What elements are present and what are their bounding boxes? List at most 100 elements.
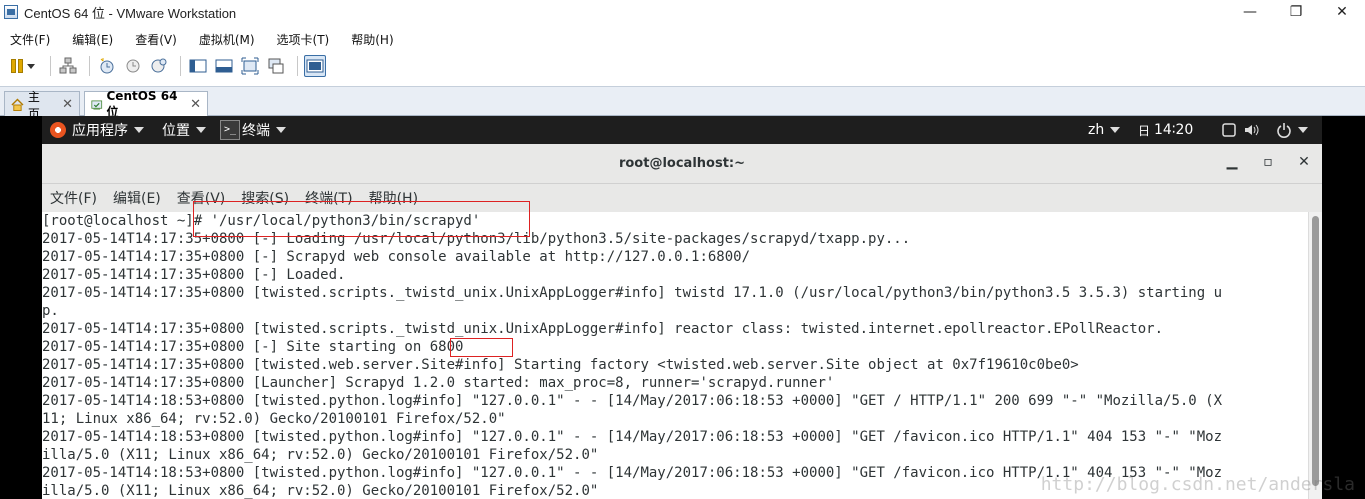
console-view-button[interactable] [213, 55, 235, 77]
unity-button[interactable] [265, 55, 287, 77]
fullscreen-button[interactable] [239, 55, 261, 77]
clock[interactable]: 14∶20 [1154, 122, 1193, 138]
menu-tabs[interactable]: 选项卡(T) [277, 31, 330, 48]
home-icon [11, 97, 24, 111]
chevron-down-icon [1110, 127, 1121, 133]
terminal-line: 2017-05-14T14:17:35+0800 [-] Site starti… [42, 339, 464, 355]
terminal-menu-file[interactable]: 文件(F) [50, 188, 97, 208]
chevron-down-icon [196, 127, 206, 133]
menu-file[interactable]: 文件(F) [10, 31, 50, 48]
terminal-app-menu[interactable]: >_ 终端 [220, 120, 286, 140]
terminal-line: 2017-05-14T14:17:35+0800 [-] Loading /us… [42, 231, 911, 247]
console-view-icon [215, 59, 233, 73]
window-title: CentOS 64 位 - VMware Workstation [24, 5, 237, 21]
terminal-line: 2017-05-14T14:17:35+0800 [twisted.script… [42, 321, 1164, 337]
sidebar-view-button[interactable] [187, 55, 209, 77]
unity-icon [268, 58, 284, 74]
tab-centos[interactable]: CentOS 64 位 ✕ [84, 89, 208, 119]
terminal-line: 2017-05-14T14:18:53+0800 [twisted.python… [42, 393, 1223, 409]
sidebar-view-icon [189, 59, 207, 73]
vm-menubar: 文件(F) 编辑(E) 查看(V) 虚拟机(M) 选项卡(T) 帮助(H) [0, 28, 1365, 50]
guest-display[interactable]: 应用程序 位置 >_ 终端 zh 日 14∶20 root@localhost:… [0, 116, 1365, 499]
network-icon [59, 57, 77, 74]
menu-edit[interactable]: 编辑(E) [72, 31, 113, 48]
terminal-line: 2017-05-14T14:17:35+0800 [-] Loaded. [42, 267, 346, 283]
vm-icon [91, 99, 103, 110]
terminal-line: 11; Linux x86_64; rv:52.0) Gecko/2010010… [42, 411, 506, 427]
terminal-window: root@localhost:~ ▁ ▫ ✕ 文件(F) 编辑(E) 查看(V)… [42, 144, 1322, 499]
toolbar-separator [180, 56, 181, 76]
power-pause-button[interactable] [6, 55, 40, 77]
power-icon [1277, 123, 1291, 138]
places-menu[interactable]: 位置 [162, 120, 206, 140]
gnome-top-bar: 应用程序 位置 >_ 终端 zh 日 14∶20 [42, 116, 1322, 144]
snapshot-icon [100, 58, 114, 74]
terminal-menu-view[interactable]: 查看(V) [177, 188, 226, 208]
terminal-line: [root@localhost ~]# '/usr/local/python3/… [42, 213, 481, 229]
fullscreen-icon [241, 57, 259, 75]
revert-icon [126, 59, 140, 73]
stretch-view-icon [306, 59, 324, 73]
terminal-line: 2017-05-14T14:17:35+0800 [-] Scrapyd web… [42, 249, 751, 265]
terminal-menu-terminal[interactable]: 终端(T) [305, 188, 352, 208]
snapshot-manager-button[interactable] [148, 55, 170, 77]
stretch-view-button[interactable] [304, 55, 326, 77]
minimize-button[interactable]: — [1227, 0, 1273, 24]
toolbar-separator [89, 56, 90, 76]
maximize-button[interactable]: ❐ [1273, 0, 1319, 24]
menu-vm[interactable]: 虚拟机(M) [199, 31, 255, 48]
menu-help[interactable]: 帮助(H) [351, 31, 393, 48]
vm-titlebar: CentOS 64 位 - VMware Workstation — ❐ ✕ [0, 0, 1365, 24]
close-button[interactable]: ✕ [1319, 0, 1365, 24]
toolbar-separator [50, 56, 51, 76]
terminal-menu-search[interactable]: 搜索(S) [241, 188, 289, 208]
language-label: zh [1088, 122, 1105, 138]
toolbar-separator [297, 56, 298, 76]
places-label: 位置 [162, 123, 190, 139]
tab-centos-close-icon[interactable]: ✕ [190, 97, 201, 112]
power-menu[interactable] [1276, 122, 1308, 138]
terminal-minimize-button[interactable]: ▁ [1214, 154, 1250, 170]
chevron-down-icon [134, 127, 144, 133]
pause-icon [11, 59, 25, 73]
terminal-app-label: 终端 [242, 123, 270, 139]
terminal-menubar: 文件(F) 编辑(E) 查看(V) 搜索(S) 终端(T) 帮助(H) [42, 184, 1322, 212]
snapshot-button[interactable] [96, 55, 118, 77]
vmware-app-icon [4, 5, 18, 19]
terminal-close-button[interactable]: ✕ [1286, 154, 1322, 170]
terminal-line: 2017-05-14T14:17:35+0800 [Launcher] Scra… [42, 375, 835, 391]
scrollbar-thumb[interactable] [1312, 216, 1319, 486]
calendar-icon: 日 [1138, 123, 1151, 138]
tab-home[interactable]: 主页 ✕ [4, 90, 80, 121]
vm-tabbar: 主页 ✕ CentOS 64 位 ✕ [0, 86, 1365, 121]
terminal-scrollbar[interactable] [1308, 212, 1322, 499]
screen-icon[interactable] [1222, 123, 1236, 137]
vm-toolbar [0, 52, 1365, 80]
terminal-line: 2017-05-14T14:17:35+0800 [twisted.script… [42, 285, 1223, 301]
window-controls: — ❐ ✕ [1227, 0, 1365, 24]
terminal-title: root@localhost:~ [618, 156, 746, 171]
menu-view[interactable]: 查看(V) [135, 31, 177, 48]
network-button[interactable] [57, 55, 79, 77]
terminal-line: p. [42, 303, 59, 319]
terminal-line: 2017-05-14T14:18:53+0800 [twisted.python… [42, 429, 1223, 445]
chevron-down-icon [27, 63, 35, 69]
terminal-menu-help[interactable]: 帮助(H) [369, 188, 418, 208]
applications-menu[interactable]: 应用程序 [50, 120, 144, 140]
terminal-maximize-button[interactable]: ▫ [1250, 154, 1286, 170]
fedora-logo-icon [50, 122, 66, 138]
terminal-output[interactable]: [root@localhost ~]# '/usr/local/python3/… [42, 212, 1308, 499]
chevron-down-icon [1298, 127, 1308, 133]
terminal-icon: >_ [220, 120, 240, 140]
terminal-line: illa/5.0 (X11; Linux x86_64; rv:52.0) Ge… [42, 447, 599, 463]
snapshot-manager-icon [151, 58, 167, 73]
terminal-menu-edit[interactable]: 编辑(E) [113, 188, 161, 208]
volume-icon[interactable] [1244, 123, 1260, 137]
watermark-text: http://blog.csdn.net/andersla [1040, 474, 1355, 495]
revert-snapshot-button[interactable] [122, 55, 144, 77]
language-indicator[interactable]: zh [1088, 122, 1121, 138]
terminal-titlebar: root@localhost:~ ▁ ▫ ✕ [42, 144, 1322, 184]
terminal-window-controls: ▁ ▫ ✕ [1214, 154, 1322, 170]
tab-home-close-icon[interactable]: ✕ [62, 97, 73, 112]
applications-label: 应用程序 [72, 123, 128, 139]
